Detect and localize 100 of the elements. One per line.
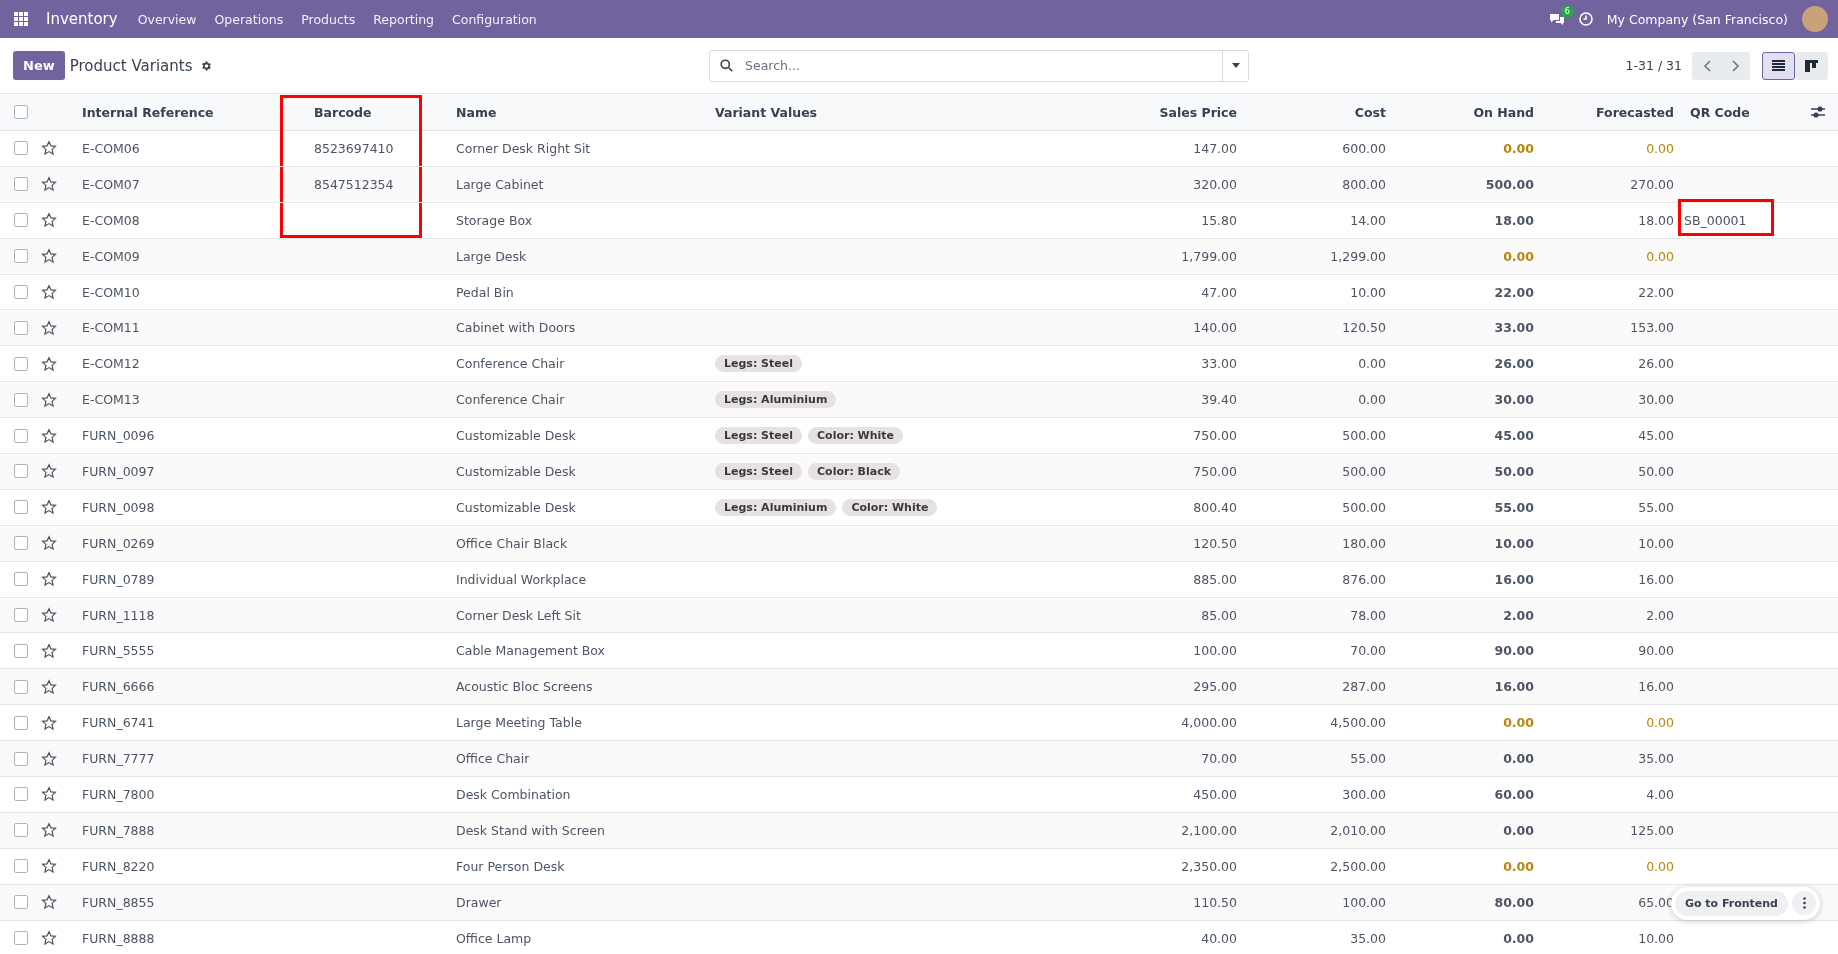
row-checkbox[interactable]: [14, 177, 28, 192]
search-options-toggle[interactable]: [1222, 50, 1248, 81]
table-row[interactable]: E-COM09 Large Desk 1,799.00 1,299.00 0.00 0.00: [0, 238, 1838, 275]
row-checkbox[interactable]: [14, 608, 28, 622]
row-checkbox[interactable]: [14, 679, 28, 694]
column-header[interactable]: Internal Reference: [82, 104, 214, 120]
column-settings-icon[interactable]: [1811, 106, 1825, 118]
star-icon[interactable]: [41, 499, 57, 516]
kanban-view-button[interactable]: [1795, 51, 1828, 80]
column-header[interactable]: Forecasted: [1596, 104, 1674, 120]
star-icon[interactable]: [41, 427, 57, 444]
row-checkbox[interactable]: [14, 787, 28, 802]
row-checkbox[interactable]: [14, 428, 28, 443]
row-checkbox[interactable]: [14, 500, 28, 515]
table-row[interactable]: FURN_0097 Customizable Desk Legs: Steel Color: Black 750.00 500.00 50.00 50.00: [0, 454, 1838, 490]
table-cell-text: FURN_8855: [81, 894, 156, 910]
star-icon[interactable]: [41, 176, 57, 193]
variant-tag: Legs: Steel: [715, 462, 802, 480]
table-cell-text: 0.00: [1357, 356, 1387, 372]
row-checkbox[interactable]: [14, 859, 28, 874]
table-cell-text: Individual Workplace: [455, 571, 588, 587]
table-cell-text: FURN_5555: [81, 643, 156, 659]
table-cell-text: E-COM08: [81, 212, 141, 228]
star-icon[interactable]: [41, 284, 57, 300]
table-row[interactable]: FURN_0269 Office Chair Black 120.50 180.00 10.00 10.00: [0, 525, 1838, 562]
search-field[interactable]: Search...: [709, 49, 1249, 82]
star-icon[interactable]: [41, 642, 57, 659]
row-checkbox[interactable]: [14, 536, 28, 551]
table-row[interactable]: E-COM13 Conference Chair Legs: Aluminium 39.40 0.00 30.00 30.00: [0, 382, 1838, 419]
row-checkbox[interactable]: [14, 931, 28, 946]
star-icon[interactable]: [41, 355, 57, 372]
table-row[interactable]: FURN_6666 Acoustic Bloc Screens 295.00 287.00 16.00 16.00: [0, 669, 1838, 706]
column-header[interactable]: Variant Values: [715, 104, 818, 120]
table-row[interactable]: E-COM07 8547512354 Large Cabinet 320.00 800.00 500.00 270.00: [0, 166, 1838, 203]
menu-item[interactable]: Operations: [214, 11, 284, 27]
pager-value[interactable]: 1-31 / 31: [1625, 58, 1682, 73]
more-options-button[interactable]: [1792, 891, 1816, 915]
table-cell-text: 0.00: [1502, 858, 1535, 874]
row-checkbox[interactable]: [14, 356, 28, 371]
star-icon[interactable]: [41, 248, 57, 265]
table-cell-text: 2,100.00: [1180, 822, 1238, 838]
star-icon[interactable]: [41, 535, 57, 552]
app-grid-icon[interactable]: [14, 12, 28, 26]
star-icon[interactable]: [41, 140, 57, 157]
table-row[interactable]: FURN_7888 Desk Stand with Screen 2,100.00 2,010.00 0.00 125.00: [0, 812, 1838, 849]
row-checkbox[interactable]: [14, 751, 28, 766]
row-checkbox[interactable]: [14, 895, 28, 910]
star-icon[interactable]: [41, 607, 57, 623]
row-checkbox[interactable]: [14, 715, 28, 730]
table-cell-text: 450.00: [1192, 786, 1238, 802]
menu-item[interactable]: Products: [301, 11, 356, 27]
star-icon[interactable]: [41, 571, 57, 588]
table-cell-text: FURN_6741: [81, 715, 156, 731]
row-checkbox[interactable]: [14, 392, 28, 407]
column-header[interactable]: Barcode: [314, 104, 372, 120]
row-checkbox[interactable]: [14, 464, 28, 479]
star-icon[interactable]: [41, 212, 57, 229]
star-icon[interactable]: [41, 858, 57, 875]
gear-icon[interactable]: [200, 59, 213, 72]
row-checkbox[interactable]: [14, 141, 28, 156]
table-row[interactable]: FURN_1118 Corner Desk Left Sit 85.00 78.00 2.00 2.00: [0, 597, 1838, 634]
table-cell-text: E-COM07: [81, 176, 141, 192]
menu-item[interactable]: Overview: [137, 11, 197, 27]
column-header[interactable]: Cost: [1354, 104, 1386, 120]
table-row[interactable]: FURN_7777 Office Chair 70.00 55.00 0.00 35.00: [0, 741, 1838, 778]
column-header[interactable]: QR Code: [1690, 104, 1750, 120]
menu-item[interactable]: Reporting: [373, 11, 434, 27]
star-icon[interactable]: [41, 391, 57, 408]
row-checkbox[interactable]: [14, 572, 28, 587]
select-all-checkbox[interactable]: [14, 105, 28, 119]
app-name[interactable]: Inventory: [46, 10, 118, 28]
row-checkbox[interactable]: [14, 823, 28, 838]
star-icon[interactable]: [41, 319, 57, 336]
go-to-frontend-button[interactable]: Go to Frontend: [1674, 891, 1788, 916]
star-icon[interactable]: [41, 750, 57, 767]
chat-icon[interactable]: [1548, 12, 1565, 26]
row-checkbox[interactable]: [14, 249, 28, 264]
company-switcher[interactable]: My Company (San Francisco): [1606, 11, 1788, 27]
row-checkbox[interactable]: [14, 320, 28, 335]
list-view-button[interactable]: [1762, 51, 1795, 80]
row-checkbox[interactable]: [14, 643, 28, 658]
table-cell-text: 40.00: [1200, 930, 1238, 946]
column-header[interactable]: Name: [456, 104, 497, 120]
clock-icon[interactable]: [1578, 12, 1593, 26]
table-row[interactable]: E-COM08 Storage Box 15.80 14.00 18.00 18.00 SB_00001: [0, 202, 1838, 239]
column-header[interactable]: Sales Price: [1159, 104, 1237, 120]
star-icon[interactable]: [41, 463, 57, 480]
star-icon[interactable]: [41, 678, 57, 695]
new-button[interactable]: New: [13, 51, 65, 80]
row-checkbox[interactable]: [14, 285, 28, 299]
column-header[interactable]: On Hand: [1473, 104, 1534, 120]
table-row[interactable]: E-COM11 Cabinet with Doors 140.00 120.50 33.00 153.00: [0, 310, 1838, 347]
star-icon[interactable]: [41, 786, 57, 803]
star-icon[interactable]: [41, 894, 57, 911]
table-cell-text: 10.00: [1493, 535, 1535, 551]
menu-item[interactable]: Configuration: [452, 11, 537, 27]
star-icon[interactable]: [41, 930, 57, 947]
row-checkbox[interactable]: [14, 213, 28, 228]
star-icon[interactable]: [41, 714, 57, 731]
star-icon[interactable]: [41, 822, 57, 839]
